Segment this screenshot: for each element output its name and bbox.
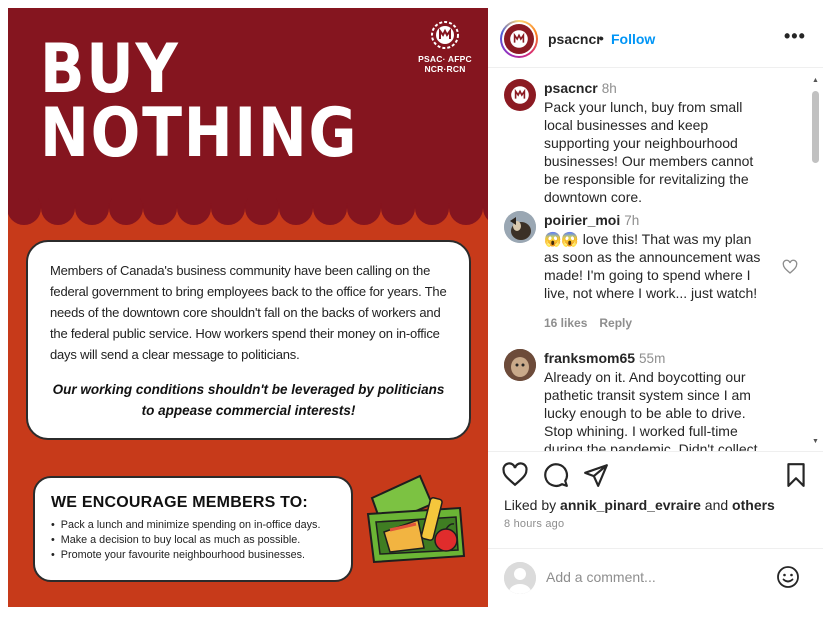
encourage-title: WE ENCOURAGE MEMBERS TO: [51,494,308,511]
commenter-avatar[interactable] [504,79,536,111]
pet-photo-icon [504,349,536,381]
comment-time: 8h [601,81,617,96]
message-body: Members of Canada's business community h… [50,263,447,362]
emoji-icon[interactable] [776,565,800,589]
encourage-item: Promote your favourite neighbourhood bus… [51,548,337,563]
logo-line-1: PSAC· AFPC [418,54,472,64]
add-comment-bar [488,548,823,604]
poster-headline: BUY NOTHING [40,30,420,173]
post-actions [488,462,823,498]
headline-line-1: BUY [40,30,180,109]
author-username[interactable]: psacncr [548,31,602,47]
comment-time: 7h [624,213,640,228]
comment-text: Pack your lunch, buy from small local bu… [544,99,754,205]
comment-body: franksmom65 55m Already on it. And boycot… [544,349,766,452]
commenter-avatar[interactable] [504,349,536,381]
comment-icon[interactable] [543,462,569,488]
comment-time: 55m [639,351,666,366]
likes-user-link[interactable]: annik_pinard_evraire [560,497,701,513]
comment-emoji: 😱😱 [544,231,579,247]
comments-scrollbar[interactable]: ▲ ▼ [809,77,821,445]
headline-line-2: NOTHING [40,94,359,173]
comment-body: psacncr 8h Pack your lunch, buy from smal… [544,79,766,206]
follow-button[interactable]: Follow [611,31,655,47]
scroll-up-icon[interactable]: ▲ [812,77,819,84]
share-icon[interactable] [583,462,609,488]
comment-input[interactable] [546,566,761,588]
separator-dot: • [599,30,604,46]
comment-body: poirier_moi 7h 😱😱 love this! That was my … [544,211,766,332]
message-emphasis: Our working conditions shouldn't be leve… [52,382,445,418]
comment-heart-icon[interactable] [782,259,798,275]
encourage-item: Make a decision to buy local as much as … [51,533,337,548]
default-avatar-icon [504,562,536,594]
more-options-icon[interactable]: ••• [784,26,806,47]
likes-and: and [704,497,729,513]
union-emblem-icon [511,86,529,104]
comment-username[interactable]: poirier_moi [544,212,620,228]
union-emblem-icon [431,21,459,49]
commenter-avatar[interactable] [504,211,536,243]
likes-summary: Liked by annik_pinard_evraire and others [504,497,775,513]
heart-icon[interactable] [502,462,528,488]
scallop-border [8,198,488,225]
comment-text: Already on it. And boycotting our pathet… [544,369,758,452]
post-image[interactable]: BUY NOTHING PSAC· AFPC NCR·RCN Members o… [8,8,488,607]
psac-logo: PSAC· AFPC NCR·RCN [410,20,480,74]
post-side-panel: psacncr • Follow ••• psacncr 8h Pack your… [488,8,823,607]
bookmark-icon[interactable] [783,462,809,488]
comment-likes[interactable]: 16 likes [544,316,587,330]
encourage-box: WE ENCOURAGE MEMBERS TO: Pack a lunch an… [33,476,353,582]
union-emblem-icon [510,30,528,48]
comment-username[interactable]: franksmom65 [544,350,635,366]
comment-meta: 16 likes Reply [544,314,766,332]
lunchbox-illustration [366,474,466,564]
scroll-down-icon[interactable]: ▼ [812,438,819,445]
message-box: Members of Canada's business community h… [26,240,471,440]
logo-text: PSAC· AFPC NCR·RCN [410,54,480,74]
dog-photo-icon [504,211,536,243]
scroll-thumb[interactable] [812,91,819,163]
current-user-avatar [504,562,536,594]
logo-line-2: NCR·RCN [424,64,466,74]
author-avatar[interactable] [500,20,538,58]
likes-others-link[interactable]: others [732,497,775,513]
encourage-item: Pack a lunch and minimize spending on in… [51,518,337,533]
post-timestamp[interactable]: 8 hours ago [504,518,564,530]
comments-list[interactable]: psacncr 8h Pack your lunch, buy from smal… [488,69,823,452]
comment-username[interactable]: psacncr [544,80,598,96]
encourage-list: Pack a lunch and minimize spending on in… [51,518,337,563]
reply-button[interactable]: Reply [599,316,632,330]
likes-prefix: Liked by [504,497,557,513]
post-header: psacncr • Follow ••• [488,8,823,68]
